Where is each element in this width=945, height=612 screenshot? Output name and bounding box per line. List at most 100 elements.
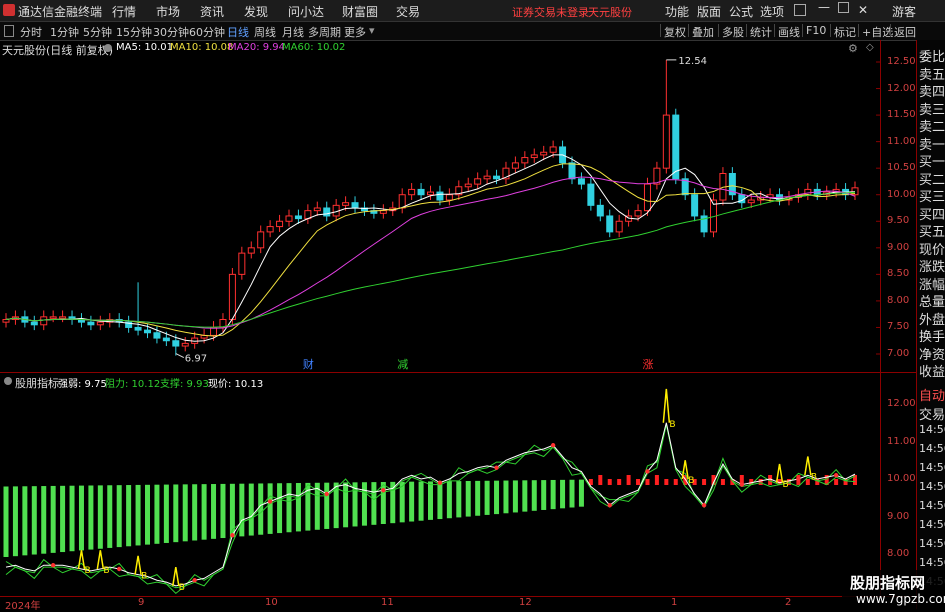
signal-dot bbox=[833, 473, 839, 478]
login-notice[interactable]: 证券交易未登录 bbox=[512, 4, 589, 20]
date-tick: 12 bbox=[519, 597, 532, 608]
candle bbox=[228, 273, 236, 320]
menu-layout[interactable]: 版面 bbox=[697, 3, 721, 20]
menu-discover[interactable]: 发现 bbox=[244, 3, 268, 20]
indicator-bar bbox=[645, 479, 650, 485]
sidebar-trade-label[interactable]: 自动 bbox=[919, 385, 945, 404]
sidebar-quote-label: 总量 bbox=[919, 295, 945, 310]
indicator-bar bbox=[617, 479, 622, 485]
candle bbox=[540, 151, 548, 156]
indicator-bar bbox=[636, 479, 641, 485]
tool-overlay[interactable]: 叠加 bbox=[692, 24, 714, 40]
buy-marker: B bbox=[688, 476, 694, 486]
guest-user[interactable]: 游客 bbox=[892, 3, 916, 20]
period-multi[interactable]: 多周期 bbox=[308, 24, 341, 40]
sidebar-trade-label: 14:56 bbox=[919, 480, 945, 493]
menu-formula[interactable]: 公式 bbox=[729, 3, 753, 20]
sidebar-quote-label: 外盘 bbox=[919, 312, 945, 328]
buy-marker: B bbox=[179, 583, 185, 593]
tool-add-watchlist[interactable]: +自选 bbox=[862, 24, 893, 40]
period-more[interactable]: 更多 bbox=[344, 24, 366, 40]
indicator-tick: 12.00 bbox=[887, 398, 916, 409]
sidebar-quote-label: 换手 bbox=[919, 330, 945, 345]
tool-adjust[interactable]: 复权 bbox=[664, 24, 686, 40]
indicator-bar bbox=[145, 484, 150, 545]
menu-market[interactable]: 市场 bbox=[156, 3, 180, 20]
indicator-bar bbox=[626, 475, 631, 485]
indicator-bar bbox=[494, 480, 500, 515]
price-tick: 12.50 bbox=[887, 56, 916, 67]
indicator-bar bbox=[560, 479, 566, 509]
price-tick: 7.50 bbox=[887, 321, 910, 333]
indicator-bar bbox=[324, 482, 330, 529]
price-tick: 11.50 bbox=[887, 109, 916, 121]
signal-dot bbox=[324, 491, 329, 497]
chart-canvas[interactable]: 12.54 6.97 财 减 涨 B B B B B B B B bbox=[0, 40, 880, 597]
sidebar-quote-label: 卖二 bbox=[919, 120, 945, 135]
minimize-icon[interactable]: — bbox=[818, 0, 830, 14]
candle bbox=[643, 183, 651, 212]
indicator-bar bbox=[805, 479, 810, 485]
date-tick: 9 bbox=[138, 597, 145, 608]
date-tick: 2 bbox=[785, 597, 792, 608]
period-1min[interactable]: 1分钟 bbox=[50, 24, 79, 40]
period-15min[interactable]: 15分钟 bbox=[116, 24, 152, 40]
indicator-bar bbox=[512, 480, 518, 513]
candle bbox=[162, 337, 170, 342]
tool-back[interactable]: 返回 bbox=[894, 24, 916, 40]
period-30min[interactable]: 30分钟 bbox=[153, 24, 189, 40]
candle bbox=[153, 332, 161, 339]
candle bbox=[511, 162, 519, 169]
indicator-bar bbox=[607, 479, 612, 485]
menu-news[interactable]: 资讯 bbox=[200, 3, 224, 20]
candle bbox=[2, 318, 10, 323]
indicator-bar bbox=[371, 482, 377, 525]
close-icon[interactable]: ✕ bbox=[858, 3, 868, 17]
menu-quotes[interactable]: 行情 bbox=[112, 3, 136, 20]
period-intraday[interactable]: 分时 bbox=[20, 24, 42, 40]
menu-function[interactable]: 功能 bbox=[665, 3, 689, 20]
candle bbox=[577, 178, 585, 185]
tool-mark[interactable]: 标记 bbox=[834, 24, 856, 40]
indicator-bar bbox=[702, 479, 707, 485]
candle bbox=[181, 342, 189, 347]
tool-f10[interactable]: F10 bbox=[806, 24, 826, 37]
menu-trade[interactable]: 交易 bbox=[396, 3, 420, 20]
price-tick: 9.50 bbox=[887, 215, 910, 227]
price-tick: 10.50 bbox=[887, 162, 916, 174]
period-weekly[interactable]: 周线 bbox=[254, 24, 276, 40]
tool-draw[interactable]: 画线 bbox=[778, 24, 800, 40]
indicator-bar bbox=[286, 483, 292, 533]
candle bbox=[747, 199, 755, 204]
sidebar-quote-label: 买四 bbox=[919, 207, 945, 223]
menu-wealth[interactable]: 财富圈 bbox=[342, 3, 378, 20]
indicator-bar bbox=[428, 481, 433, 520]
event-marker: 涨 bbox=[642, 358, 653, 371]
indicator-bar bbox=[664, 479, 669, 485]
candle bbox=[144, 329, 151, 334]
price-axis: 12.50 12.00 11.50 11.00 10.50 10.00 9.50 9.00 8.… bbox=[881, 40, 916, 372]
indicator-bar bbox=[220, 483, 226, 539]
maximize-icon[interactable] bbox=[838, 2, 849, 13]
indicator-bar bbox=[418, 481, 424, 521]
menu-assistant[interactable]: 问小达 bbox=[288, 3, 324, 20]
candle bbox=[379, 210, 387, 214]
candle bbox=[445, 194, 453, 201]
sidebar-trade-label[interactable]: 交易 bbox=[919, 404, 945, 423]
candle bbox=[323, 207, 331, 217]
buy-marker: B bbox=[84, 566, 90, 576]
period-menu-icon[interactable] bbox=[4, 25, 14, 37]
period-5min[interactable]: 5分钟 bbox=[83, 24, 112, 40]
tool-multistock[interactable]: 多股 bbox=[722, 24, 744, 40]
candle bbox=[672, 114, 680, 180]
period-daily[interactable]: 日线 bbox=[227, 24, 249, 40]
period-monthly[interactable]: 月线 bbox=[282, 24, 304, 40]
menu-options[interactable]: 选项 bbox=[760, 3, 784, 20]
indicator-bar bbox=[239, 483, 245, 537]
price-tick: 8.50 bbox=[887, 268, 910, 280]
period-60min[interactable]: 60分钟 bbox=[189, 24, 225, 40]
chevron-down-icon[interactable]: ▾ bbox=[369, 24, 375, 37]
indicator-bar bbox=[60, 485, 66, 553]
tool-stats[interactable]: 统计 bbox=[750, 24, 772, 40]
grid-icon[interactable] bbox=[794, 4, 806, 16]
